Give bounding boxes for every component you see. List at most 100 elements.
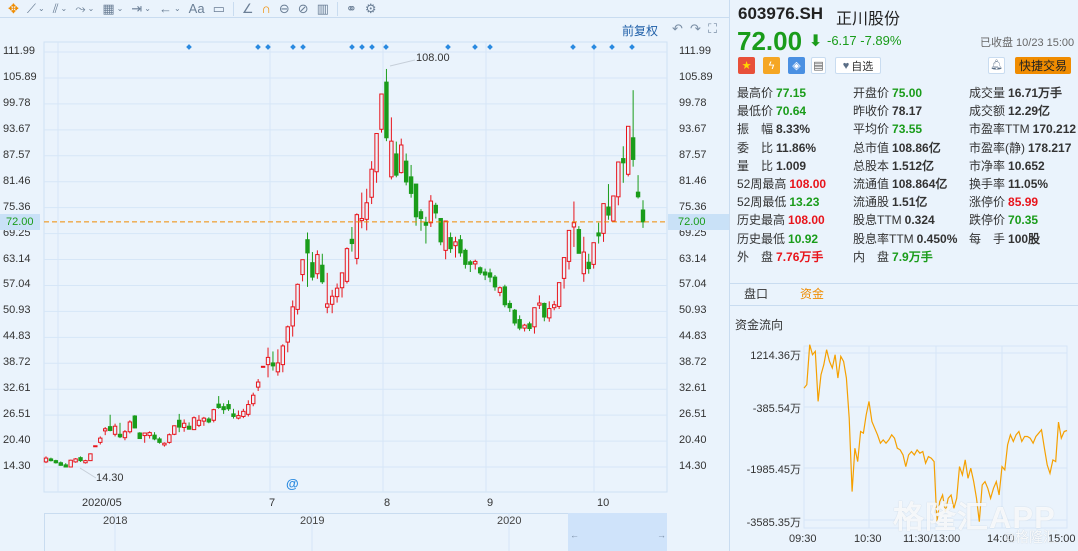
candle <box>349 226 355 252</box>
candle <box>423 216 429 244</box>
china-flag-icon[interactable]: ★ <box>738 57 755 74</box>
candle <box>394 141 399 178</box>
flash-icon[interactable]: ϟ <box>763 57 780 74</box>
stat-label: 振 幅 <box>737 122 774 137</box>
navigator-selection[interactable] <box>568 513 667 551</box>
last-price: 72.00 <box>737 26 803 56</box>
candle <box>334 283 340 303</box>
candle <box>152 432 157 441</box>
candle-body <box>103 428 108 432</box>
y-tick-label: 38.72 <box>3 356 31 369</box>
y-tick-label: 20.40 <box>3 434 31 447</box>
money-flow-x-label: 09:30 <box>789 533 817 545</box>
candle <box>458 235 463 257</box>
y-tick-label: 111.99 <box>3 45 36 57</box>
alert-bell-icon[interactable]: 🔔︎ <box>988 57 1005 74</box>
candle <box>473 259 478 270</box>
candle <box>625 125 631 177</box>
event-marker[interactable] <box>629 44 635 50</box>
candle <box>43 456 49 464</box>
candle-body <box>359 217 364 222</box>
candle-body <box>270 362 276 367</box>
tag-icon[interactable]: ◈ <box>788 57 805 74</box>
candle <box>329 289 335 314</box>
stat-label: 内 盘 <box>853 249 890 264</box>
event-marker[interactable] <box>349 44 355 50</box>
event-marker[interactable] <box>300 44 306 50</box>
candle-body <box>98 437 103 443</box>
y-tick-label: 50.93 <box>3 304 31 317</box>
stat-label: 委 比 <box>737 140 774 155</box>
navigator-left-handle[interactable]: ← <box>570 530 579 540</box>
stat-item: 平均价 73.55 <box>853 120 969 138</box>
candle <box>492 274 498 291</box>
candle-body <box>122 431 128 439</box>
candle-body <box>172 425 177 435</box>
tab-capital[interactable]: 资金 <box>800 285 824 302</box>
candle-body <box>112 425 118 435</box>
candle-body <box>354 214 360 259</box>
event-marker[interactable] <box>570 44 576 50</box>
candle <box>418 209 424 231</box>
stat-label: 外 盘 <box>737 249 774 264</box>
heart-icon: ♥ <box>842 59 850 72</box>
candle <box>73 458 78 463</box>
candle-body <box>295 283 300 310</box>
candle <box>117 422 123 439</box>
note-icon[interactable]: ▤ <box>811 57 826 74</box>
candle-body <box>394 153 399 176</box>
candle <box>354 213 360 265</box>
candle-body <box>157 438 162 443</box>
stat-label: 历史最高 <box>737 213 786 228</box>
candle <box>107 414 113 432</box>
stat-label: 市净率 <box>969 158 1006 173</box>
candle <box>137 432 142 440</box>
candle <box>344 247 350 284</box>
event-marker[interactable] <box>255 44 261 50</box>
quick-trade-button[interactable]: 快捷交易 <box>1015 57 1071 74</box>
event-marker[interactable] <box>290 44 296 50</box>
event-marker[interactable] <box>186 44 192 50</box>
candle <box>270 351 276 371</box>
candle-body <box>344 248 350 282</box>
event-marker[interactable] <box>359 44 365 50</box>
candle <box>621 146 626 183</box>
tab-order-book[interactable]: 盘口 <box>744 285 768 302</box>
candlestick-chart[interactable] <box>0 0 729 551</box>
candle <box>547 301 552 322</box>
candle <box>463 248 468 269</box>
navigator-right-handle[interactable]: → <box>657 530 666 540</box>
stat-item: 跌停价 70.35 <box>969 211 1078 229</box>
stat-value: 0.324 <box>904 213 935 228</box>
event-marker[interactable] <box>472 44 478 50</box>
candle-body <box>305 239 310 254</box>
x-label: 9 <box>487 497 494 509</box>
candle-body <box>58 462 64 466</box>
stat-value: 8.33% <box>776 122 811 137</box>
stat-value: 10.652 <box>1008 158 1045 173</box>
candle-body <box>285 326 290 343</box>
event-marker[interactable] <box>487 44 493 50</box>
candle-body <box>433 204 438 214</box>
candle-body <box>487 272 493 278</box>
event-marker[interactable] <box>445 44 451 50</box>
search-marker-icon[interactable]: @ <box>286 476 299 491</box>
event-marker[interactable] <box>383 44 389 50</box>
event-marker[interactable] <box>369 44 375 50</box>
event-marker[interactable] <box>609 44 615 50</box>
event-marker[interactable] <box>591 44 597 50</box>
candle-body <box>640 209 646 223</box>
stat-label: 最高价 <box>737 86 774 100</box>
candle-body <box>310 262 315 278</box>
candle <box>251 392 256 407</box>
y-tick-label: 87.57 <box>679 148 707 161</box>
current-price-tag-left: 72.00 <box>0 214 40 230</box>
x-label: 10 <box>597 497 610 509</box>
candle-body <box>88 453 93 462</box>
stat-value: 170.212 <box>1032 122 1077 137</box>
watchlist-button[interactable]: ♥ 自选 <box>835 57 881 74</box>
candle <box>364 188 369 231</box>
stat-label: 每 手 <box>969 231 1006 246</box>
stat-label: 52周最高 <box>737 176 787 191</box>
candle-body <box>177 419 182 428</box>
